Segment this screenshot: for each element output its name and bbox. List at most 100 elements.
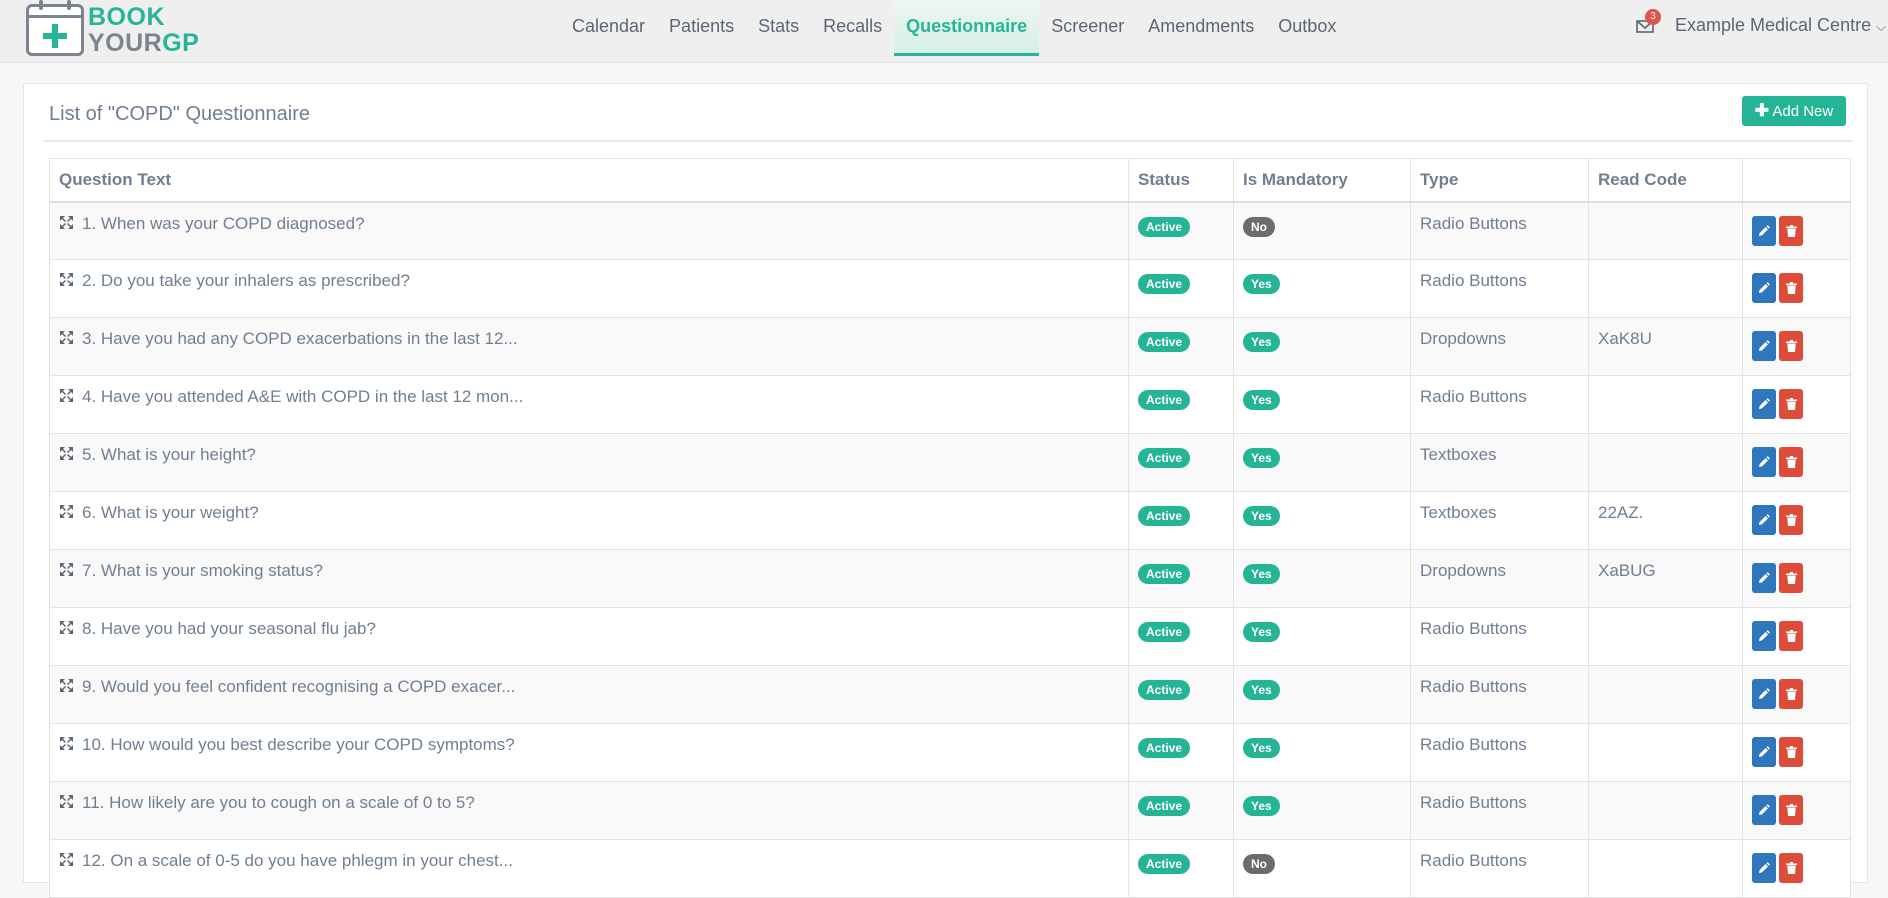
actions-cell <box>1742 491 1851 550</box>
edit-button[interactable] <box>1752 737 1776 767</box>
pencil-icon <box>1759 804 1770 815</box>
read-code-cell <box>1588 839 1743 898</box>
brand-logo[interactable]: BOOK YOURGP <box>26 0 200 57</box>
delete-button[interactable] <box>1779 215 1803 246</box>
delete-button[interactable] <box>1779 505 1803 535</box>
nav-questionnaire[interactable]: Questionnaire <box>894 0 1040 56</box>
nav-outbox[interactable]: Outbox <box>1266 0 1348 56</box>
nav-screener[interactable]: Screener <box>1039 0 1136 56</box>
delete-button[interactable] <box>1779 621 1803 651</box>
drag-move-icon[interactable] <box>59 504 74 519</box>
unread-count-badge: 3 <box>1645 9 1661 25</box>
mandatory-badge: No <box>1243 854 1275 874</box>
account-menu[interactable]: Example Medical Centre ⌵ <box>1675 15 1886 36</box>
edit-button[interactable] <box>1752 795 1776 825</box>
edit-button[interactable] <box>1752 273 1776 303</box>
drag-move-icon[interactable] <box>59 446 74 461</box>
table-body: 1. When was your COPD diagnosed? Active … <box>49 201 1851 898</box>
status-cell: Active <box>1128 433 1234 492</box>
divider <box>44 140 1852 142</box>
add-new-button[interactable]: ✚ Add New <box>1742 96 1846 126</box>
trash-icon <box>1785 630 1797 642</box>
drag-move-icon[interactable] <box>59 330 74 345</box>
question-text: 10. How would you best describe your COP… <box>82 735 515 754</box>
question-cell: 11. How likely are you to cough on a sca… <box>49 781 1129 840</box>
nav-calendar[interactable]: Calendar <box>560 0 657 56</box>
status-cell: Active <box>1128 839 1234 898</box>
column-header-question[interactable]: Question Text <box>49 158 1129 202</box>
status-badge: Active <box>1138 274 1191 294</box>
pencil-icon <box>1759 688 1770 699</box>
edit-button[interactable] <box>1752 389 1776 419</box>
drag-move-icon[interactable] <box>59 794 74 809</box>
delete-button[interactable] <box>1779 447 1803 477</box>
edit-button[interactable] <box>1752 215 1776 246</box>
nav-stats[interactable]: Stats <box>746 0 811 56</box>
mandatory-badge: Yes <box>1243 274 1280 294</box>
mandatory-badge: Yes <box>1243 622 1280 642</box>
type-cell: Radio Buttons <box>1410 781 1589 840</box>
status-badge: Active <box>1138 622 1191 642</box>
nav-recalls[interactable]: Recalls <box>811 0 894 56</box>
messages-button[interactable]: 3 <box>1636 9 1661 34</box>
column-header-mandatory[interactable]: Is Mandatory <box>1233 158 1411 202</box>
nav-patients[interactable]: Patients <box>657 0 746 56</box>
drag-move-icon[interactable] <box>59 620 74 635</box>
pencil-icon <box>1759 572 1770 583</box>
edit-button[interactable] <box>1752 505 1776 535</box>
actions-cell <box>1742 375 1851 434</box>
table-row: 9. Would you feel confident recognising … <box>49 665 1851 724</box>
edit-button[interactable] <box>1752 679 1776 709</box>
mandatory-cell: Yes <box>1233 781 1411 840</box>
mandatory-cell: Yes <box>1233 259 1411 318</box>
edit-button[interactable] <box>1752 331 1776 361</box>
main-nav: Calendar Patients Stats Recalls Question… <box>560 0 1348 56</box>
drag-move-icon[interactable] <box>59 562 74 577</box>
column-header-read-code[interactable]: Read Code <box>1588 158 1743 202</box>
drag-move-icon[interactable] <box>59 272 74 287</box>
add-new-label: Add New <box>1772 103 1834 120</box>
table-row: 5. What is your height? Active Yes Textb… <box>49 433 1851 492</box>
delete-button[interactable] <box>1779 853 1803 883</box>
chevron-down-icon: ⌵ <box>1876 19 1886 34</box>
drag-move-icon[interactable] <box>59 678 74 693</box>
delete-button[interactable] <box>1779 389 1803 419</box>
delete-button[interactable] <box>1779 331 1803 361</box>
brand-wordmark: BOOK YOURGP <box>88 3 200 57</box>
edit-button[interactable] <box>1752 621 1776 651</box>
delete-button[interactable] <box>1779 273 1803 303</box>
mandatory-badge: Yes <box>1243 332 1280 352</box>
drag-move-icon[interactable] <box>59 215 74 230</box>
edit-button[interactable] <box>1752 853 1776 883</box>
delete-button[interactable] <box>1779 795 1803 825</box>
question-cell: 8. Have you had your seasonal flu jab? <box>49 607 1129 666</box>
edit-button[interactable] <box>1752 447 1776 477</box>
drag-move-icon[interactable] <box>59 388 74 403</box>
type-cell: Textboxes <box>1410 491 1589 550</box>
trash-icon <box>1785 804 1797 816</box>
trash-icon <box>1785 340 1797 352</box>
pencil-icon <box>1759 340 1770 351</box>
question-text: 11. How likely are you to cough on a sca… <box>82 793 475 812</box>
delete-button[interactable] <box>1779 679 1803 709</box>
delete-button[interactable] <box>1779 737 1803 767</box>
mandatory-cell: Yes <box>1233 317 1411 376</box>
mandatory-badge: Yes <box>1243 796 1280 816</box>
column-header-status[interactable]: Status <box>1128 158 1234 202</box>
type-cell: Radio Buttons <box>1410 259 1589 318</box>
delete-button[interactable] <box>1779 563 1803 593</box>
table-row: 6. What is your weight? Active Yes Textb… <box>49 491 1851 550</box>
calendar-cross-icon <box>26 0 84 56</box>
table-row: 2. Do you take your inhalers as prescrib… <box>49 259 1851 318</box>
mandatory-badge: Yes <box>1243 680 1280 700</box>
nav-amendments[interactable]: Amendments <box>1136 0 1266 56</box>
question-cell: 2. Do you take your inhalers as prescrib… <box>49 259 1129 318</box>
drag-move-icon[interactable] <box>59 736 74 751</box>
column-header-type[interactable]: Type <box>1410 158 1589 202</box>
read-code-cell <box>1588 781 1743 840</box>
pencil-icon <box>1759 746 1770 757</box>
question-text: 7. What is your smoking status? <box>82 561 323 580</box>
status-badge: Active <box>1138 506 1191 526</box>
status-cell: Active <box>1128 549 1234 608</box>
edit-button[interactable] <box>1752 563 1776 593</box>
